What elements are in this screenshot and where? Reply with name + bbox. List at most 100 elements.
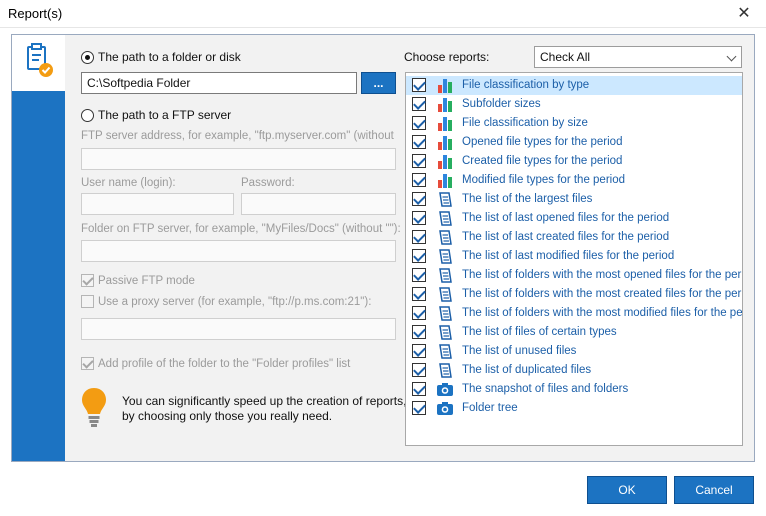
report-checkbox[interactable] (412, 230, 426, 244)
report-checkbox[interactable] (412, 116, 426, 130)
proxy-server-label: Use a proxy server (for example, "ftp://… (98, 295, 372, 308)
passive-ftp-checkbox[interactable]: Passive FTP mode (81, 274, 195, 287)
document-list-icon (436, 229, 454, 246)
report-item[interactable]: The snapshot of files and folders (406, 380, 742, 399)
report-item[interactable]: Folder tree (406, 399, 742, 418)
report-label: Modified file types for the period (462, 174, 626, 186)
check-all-select[interactable]: Check All (534, 46, 742, 68)
report-item[interactable]: The list of folders with the most opened… (406, 266, 742, 285)
checkbox-box (81, 357, 94, 370)
bar-chart-icon (436, 77, 454, 94)
tip-text: You can significantly speed up the creat… (122, 394, 406, 424)
report-label: The list of the largest files (462, 193, 593, 205)
bar-chart-icon (436, 134, 454, 151)
lightbulb-icon (80, 386, 108, 430)
document-list-icon (436, 267, 454, 284)
report-checkbox[interactable] (412, 192, 426, 206)
camera-icon (436, 381, 454, 398)
ftp-path-radio[interactable]: The path to a FTP server (81, 108, 231, 122)
report-item[interactable]: The list of last opened files for the pe… (406, 209, 742, 228)
report-item[interactable]: The list of folders with the most create… (406, 285, 742, 304)
report-checkbox[interactable] (412, 325, 426, 339)
report-checkbox[interactable] (412, 173, 426, 187)
window-title: Report(s) (8, 6, 63, 21)
report-logo-icon (12, 35, 65, 91)
report-item[interactable]: Subfolder sizes (406, 95, 742, 114)
document-list-icon (436, 324, 454, 341)
ftp-folder-input[interactable] (81, 240, 396, 262)
password-input[interactable] (241, 193, 396, 215)
bar-chart-icon (436, 172, 454, 189)
camera-icon (436, 400, 454, 417)
report-item[interactable]: File classification by size (406, 114, 742, 133)
folder-path-label: The path to a folder or disk (98, 50, 241, 64)
document-list-icon (436, 210, 454, 227)
report-checkbox[interactable] (412, 306, 426, 320)
report-checkbox[interactable] (412, 401, 426, 415)
report-label: The list of last created files for the p… (462, 231, 670, 243)
radio-dot (81, 50, 94, 64)
report-item[interactable]: File classification by type (406, 76, 742, 95)
report-label: Created file types for the period (462, 155, 623, 167)
report-item[interactable]: The list of last modified files for the … (406, 247, 742, 266)
choose-reports-label: Choose reports: (404, 50, 490, 64)
side-panel (12, 35, 65, 461)
close-icon[interactable]: ✕ (722, 0, 766, 28)
report-label: The list of unused files (462, 345, 577, 357)
add-profile-label: Add profile of the folder to the "Folder… (98, 357, 351, 370)
browse-button[interactable]: ... (361, 72, 396, 94)
report-label: File classification by size (462, 117, 588, 129)
report-item[interactable]: The list of duplicated files (406, 361, 742, 380)
checkbox-box (81, 295, 94, 308)
report-label: The list of folders with the most modifi… (462, 307, 743, 319)
passive-ftp-label: Passive FTP mode (98, 274, 195, 287)
reports-list[interactable]: File classification by type Subfolder siz… (405, 72, 743, 446)
report-label: The snapshot of files and folders (462, 383, 629, 395)
report-checkbox[interactable] (412, 344, 426, 358)
document-list-icon (436, 343, 454, 360)
report-checkbox[interactable] (412, 363, 426, 377)
bar-chart-icon (436, 96, 454, 113)
report-item[interactable]: Opened file types for the period (406, 133, 742, 152)
report-label: Subfolder sizes (462, 98, 541, 110)
report-item[interactable]: The list of files of certain types (406, 323, 742, 342)
report-checkbox[interactable] (412, 211, 426, 225)
ftp-address-label: FTP server address, for example, "ftp.my… (81, 130, 394, 142)
ftp-address-input[interactable] (81, 148, 396, 170)
folder-path-radio[interactable]: The path to a folder or disk (81, 50, 241, 64)
report-checkbox[interactable] (412, 135, 426, 149)
proxy-server-checkbox[interactable]: Use a proxy server (for example, "ftp://… (81, 295, 371, 308)
tip-line-2: by choosing only those you really need. (122, 409, 333, 423)
folder-path-input[interactable]: C:\Softpedia Folder (81, 72, 357, 94)
document-list-icon (436, 191, 454, 208)
report-item[interactable]: The list of the largest files (406, 190, 742, 209)
document-list-icon (436, 286, 454, 303)
user-name-label: User name (login): (81, 177, 176, 189)
report-checkbox[interactable] (412, 268, 426, 282)
report-item[interactable]: Modified file types for the period (406, 171, 742, 190)
report-label: The list of last opened files for the pe… (462, 212, 670, 224)
checkbox-box (81, 274, 94, 287)
add-profile-checkbox[interactable]: Add profile of the folder to the "Folder… (81, 357, 350, 370)
proxy-server-input[interactable] (81, 318, 396, 340)
report-item[interactable]: Created file types for the period (406, 152, 742, 171)
report-label: The list of duplicated files (462, 364, 592, 376)
report-checkbox[interactable] (412, 154, 426, 168)
report-checkbox[interactable] (412, 249, 426, 263)
password-label: Password: (241, 177, 295, 189)
report-item[interactable]: The list of folders with the most modifi… (406, 304, 742, 323)
report-checkbox[interactable] (412, 382, 426, 396)
user-name-input[interactable] (81, 193, 234, 215)
report-checkbox[interactable] (412, 78, 426, 92)
report-item[interactable]: The list of last created files for the p… (406, 228, 742, 247)
report-label: Folder tree (462, 402, 518, 414)
bar-chart-icon (436, 153, 454, 170)
ok-button[interactable]: OK (587, 476, 667, 504)
radio-dot (81, 108, 94, 122)
cancel-button[interactable]: Cancel (674, 476, 754, 504)
report-checkbox[interactable] (412, 287, 426, 301)
report-checkbox[interactable] (412, 97, 426, 111)
report-label: The list of last modified files for the … (462, 250, 675, 262)
report-item[interactable]: The list of unused files (406, 342, 742, 361)
report-label: The list of folders with the most opened… (462, 269, 743, 281)
